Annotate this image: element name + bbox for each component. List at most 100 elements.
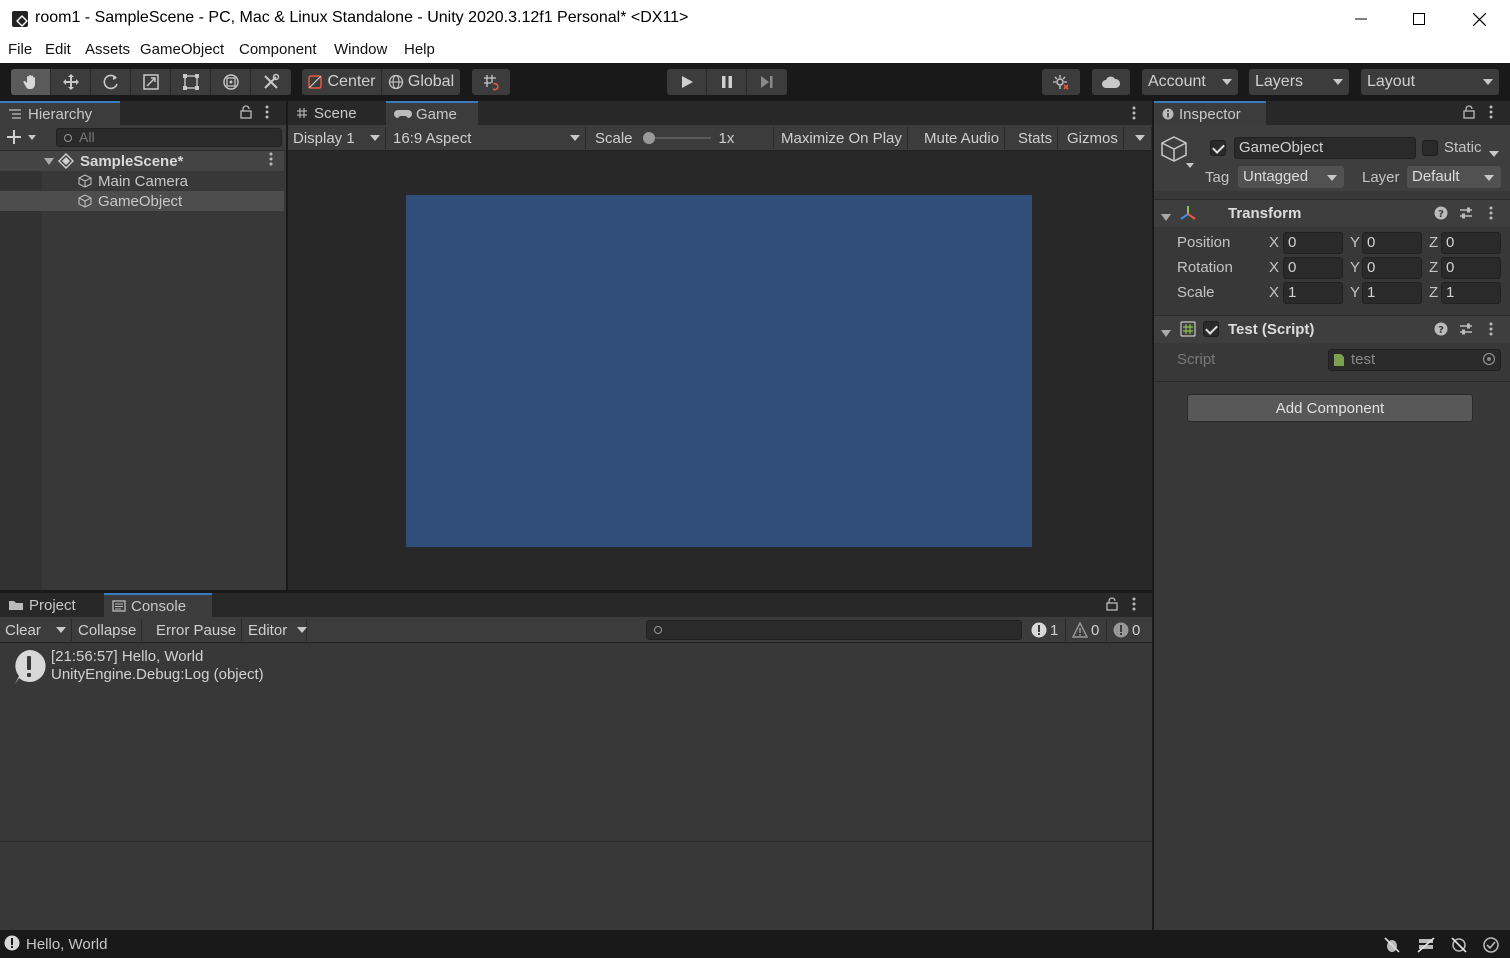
error-pause-button[interactable]: Error Pause xyxy=(151,619,243,641)
close-button[interactable] xyxy=(1450,0,1508,38)
cloud-button[interactable] xyxy=(1092,69,1130,95)
debug-bug-icon[interactable] xyxy=(1383,936,1401,958)
scale-y-field[interactable]: 1 xyxy=(1362,282,1422,304)
position-x-field[interactable]: 0 xyxy=(1283,232,1343,254)
component-options-icon[interactable] xyxy=(1488,322,1494,340)
preset-icon[interactable] xyxy=(1459,322,1473,340)
transform-tool-button[interactable] xyxy=(211,69,251,95)
hierarchy-item-gameobject[interactable]: GameObject xyxy=(0,191,284,211)
console-detail-divider[interactable] xyxy=(0,841,1152,842)
lock-icon[interactable] xyxy=(240,105,252,123)
status-message[interactable]: Hello, World xyxy=(26,936,107,953)
scale-z-field[interactable]: 1 xyxy=(1441,282,1501,304)
game-render-view[interactable] xyxy=(406,195,1032,547)
menu-component[interactable]: Component xyxy=(239,41,317,58)
static-checkbox[interactable] xyxy=(1422,140,1438,156)
auto-generate-lighting-icon[interactable] xyxy=(1450,936,1468,958)
console-log-entry[interactable]: [21:56:57] Hello, World UnityEngine.Debu… xyxy=(0,643,1152,689)
collab-button[interactable] xyxy=(1042,69,1080,95)
clear-options-dropdown[interactable] xyxy=(50,619,72,641)
maximize-on-play-button[interactable]: Maximize On Play xyxy=(776,127,908,149)
rect-tool-button[interactable] xyxy=(171,69,211,95)
layer-dropdown[interactable]: Default xyxy=(1407,166,1501,188)
transform-component-header[interactable] xyxy=(1154,199,1510,227)
active-checkbox[interactable] xyxy=(1210,140,1226,156)
scale-tool-button[interactable] xyxy=(131,69,171,95)
minimize-button[interactable] xyxy=(1332,0,1390,38)
script-object-field[interactable]: test xyxy=(1328,349,1501,371)
play-button[interactable] xyxy=(667,69,707,95)
account-dropdown[interactable]: Account xyxy=(1142,69,1238,95)
hand-tool-button[interactable] xyxy=(11,69,51,95)
cache-server-icon[interactable] xyxy=(1417,936,1435,958)
tab-project[interactable]: Project xyxy=(0,593,100,617)
pause-button[interactable] xyxy=(707,69,747,95)
menu-gameobject[interactable]: GameObject xyxy=(140,41,224,58)
menu-help[interactable]: Help xyxy=(404,41,435,58)
editor-dropdown[interactable]: Editor xyxy=(243,619,307,641)
step-button[interactable] xyxy=(747,69,787,95)
gizmos-button[interactable]: Gizmos xyxy=(1062,127,1124,149)
stats-button[interactable]: Stats xyxy=(1013,127,1059,149)
tab-game[interactable]: Game xyxy=(386,101,478,125)
script-enabled-checkbox[interactable] xyxy=(1203,321,1219,337)
menu-assets[interactable]: Assets xyxy=(85,41,130,58)
object-picker-icon[interactable] xyxy=(1482,352,1496,370)
position-z-field[interactable]: 0 xyxy=(1441,232,1501,254)
tag-dropdown[interactable]: Untagged xyxy=(1238,166,1344,188)
rotate-tool-button[interactable] xyxy=(91,69,131,95)
scene-row[interactable]: SampleScene* xyxy=(0,151,284,171)
gameobject-large-icon[interactable] xyxy=(1160,135,1194,173)
expand-arrow-icon[interactable] xyxy=(44,153,54,170)
rotation-z-field[interactable]: 0 xyxy=(1441,257,1501,279)
tab-hierarchy[interactable]: Hierarchy xyxy=(0,101,120,125)
inspector-lock-icon[interactable] xyxy=(1463,105,1475,123)
rotation-y-field[interactable]: 0 xyxy=(1362,257,1422,279)
scene-options-icon[interactable] xyxy=(268,152,274,170)
layout-dropdown[interactable]: Layout xyxy=(1361,69,1499,95)
mute-audio-button[interactable]: Mute Audio xyxy=(919,127,1006,149)
object-name-field[interactable]: GameObject xyxy=(1234,137,1416,159)
collapse-button[interactable]: Collapse xyxy=(73,619,143,641)
gizmos-dropdown-button[interactable] xyxy=(1128,127,1152,149)
collapse-arrow-icon[interactable] xyxy=(1161,325,1171,342)
log-filter-toggle[interactable]: 1 xyxy=(1026,619,1066,641)
snap-toggle-button[interactable] xyxy=(472,69,510,95)
game-options-icon[interactable] xyxy=(1131,106,1137,124)
tab-inspector[interactable]: Inspector xyxy=(1154,101,1266,125)
inspector-options-icon[interactable] xyxy=(1488,105,1494,123)
hierarchy-search-input[interactable]: All xyxy=(56,128,282,147)
warning-filter-toggle[interactable]: 0 xyxy=(1067,619,1107,641)
space-global-button[interactable]: Global xyxy=(382,69,460,95)
aspect-dropdown[interactable]: 16:9 Aspect xyxy=(388,127,586,149)
scale-x-field[interactable]: 1 xyxy=(1283,282,1343,304)
create-add-button[interactable] xyxy=(6,128,36,150)
tab-console[interactable]: Console xyxy=(104,593,212,617)
layers-dropdown[interactable]: Layers xyxy=(1249,69,1349,95)
hierarchy-item-main-camera[interactable]: Main Camera xyxy=(0,171,284,191)
menu-window[interactable]: Window xyxy=(334,41,387,58)
console-options-icon[interactable] xyxy=(1131,597,1137,615)
component-options-icon[interactable] xyxy=(1488,206,1494,224)
progress-check-icon[interactable] xyxy=(1482,936,1500,958)
rotation-x-field[interactable]: 0 xyxy=(1283,257,1343,279)
tab-scene[interactable]: Scene xyxy=(288,101,384,125)
collapse-arrow-icon[interactable] xyxy=(1161,209,1171,226)
static-dropdown-icon[interactable] xyxy=(1489,145,1499,162)
move-tool-button[interactable] xyxy=(51,69,91,95)
clear-button[interactable]: Clear xyxy=(0,619,46,641)
preset-icon[interactable] xyxy=(1459,206,1473,224)
custom-tool-button[interactable] xyxy=(251,69,291,95)
scale-slider[interactable] xyxy=(642,132,711,144)
error-filter-toggle[interactable]: 0 xyxy=(1108,619,1150,641)
menu-file[interactable]: File xyxy=(8,41,32,58)
pivot-center-button[interactable]: Center xyxy=(302,69,382,95)
help-icon[interactable]: ? xyxy=(1434,322,1448,340)
scale-slider-handle[interactable] xyxy=(642,132,655,144)
maximize-button[interactable] xyxy=(1390,0,1448,38)
console-search-input[interactable] xyxy=(646,620,1022,640)
console-lock-icon[interactable] xyxy=(1106,597,1118,615)
menu-edit[interactable]: Edit xyxy=(45,41,71,58)
position-y-field[interactable]: 0 xyxy=(1362,232,1422,254)
add-component-button[interactable]: Add Component xyxy=(1187,394,1473,422)
